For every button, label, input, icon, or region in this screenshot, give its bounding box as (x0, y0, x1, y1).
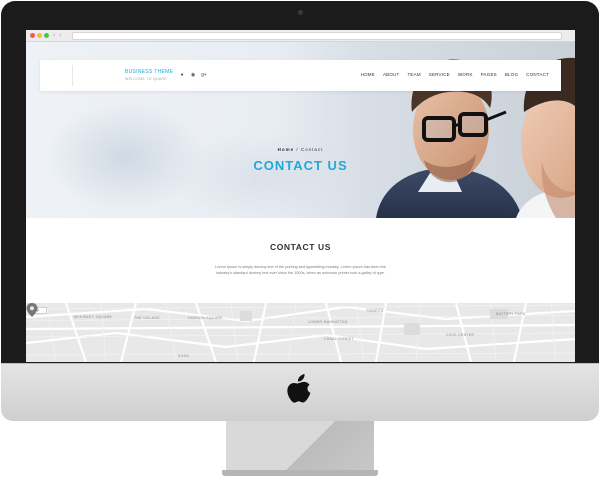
google-plus-icon[interactable]: g+ (201, 72, 207, 78)
main-menu: HOME ABOUT TEAM SERVICE WORK PAGES BLOG … (361, 72, 549, 77)
pinterest-icon[interactable]: ● (179, 72, 185, 78)
monitor-base (222, 470, 378, 476)
map-label: LOWER MANHATTAN (308, 320, 348, 324)
dribbble-icon[interactable]: ◉ (190, 72, 196, 78)
map-label: TRIBECA (366, 309, 384, 313)
breadcrumb-separator: / (296, 147, 299, 152)
minimize-window-icon[interactable] (37, 33, 42, 38)
menu-item-about[interactable]: ABOUT (383, 72, 400, 77)
brand-name[interactable]: BUSINESS THEME (125, 69, 173, 75)
brand-tagline: WELCOME TO QUARK (125, 77, 168, 81)
address-bar[interactable] (72, 32, 562, 40)
map-label: CANAL STREET (324, 337, 354, 341)
breadcrumb-home[interactable]: Home (278, 147, 295, 152)
maximize-window-icon[interactable] (44, 33, 49, 38)
menu-item-service[interactable]: SERVICE (429, 72, 450, 77)
map-pin-icon[interactable] (26, 303, 38, 317)
browser-toolbar: ‹ › (26, 30, 575, 42)
apple-logo-icon (287, 374, 311, 403)
screen: ‹ › BUSINESS THEME WELCOME TO QUARK ● ◉ … (26, 30, 575, 362)
map-label: HUDSON SQUARE (188, 316, 223, 320)
menu-item-pages[interactable]: PAGES (481, 72, 497, 77)
map-label: MCKINLEY SQUARE (74, 315, 113, 319)
breadcrumb: Home / Contact (26, 147, 575, 152)
map-streets (26, 303, 575, 362)
menu-item-contact[interactable]: CONTACT (526, 72, 549, 77)
menu-item-team[interactable]: TEAM (407, 72, 420, 77)
map-label: SOHO (178, 354, 190, 358)
hero-title: CONTACT US (253, 158, 348, 173)
site-header: BUSINESS THEME WELCOME TO QUARK ● ◉ g+ H… (40, 60, 561, 91)
menu-item-work[interactable]: WORK (458, 72, 473, 77)
hero-banner: BUSINESS THEME WELCOME TO QUARK ● ◉ g+ H… (26, 42, 575, 218)
section-title: CONTACT US (269, 242, 332, 252)
section-description: Lorem Ipsum is simply dummy text of the … (215, 265, 386, 275)
camera-dot (298, 10, 303, 15)
menu-item-blog[interactable]: BLOG (505, 72, 518, 77)
map-label: BATTERY PARK (496, 312, 526, 316)
map-label: THE VILLAGE (134, 316, 160, 320)
menu-item-home[interactable]: HOME (361, 72, 375, 77)
breadcrumb-current: Contact (300, 147, 324, 152)
map[interactable]: Map MCKINLEY SQUARE THE VILLAGE HUDSON S… (26, 303, 575, 362)
close-window-icon[interactable] (30, 33, 35, 38)
map-label: CIVIC CENTER (446, 333, 475, 337)
back-forward-icon[interactable]: ‹ › (53, 32, 67, 40)
monitor-stand (226, 421, 374, 472)
